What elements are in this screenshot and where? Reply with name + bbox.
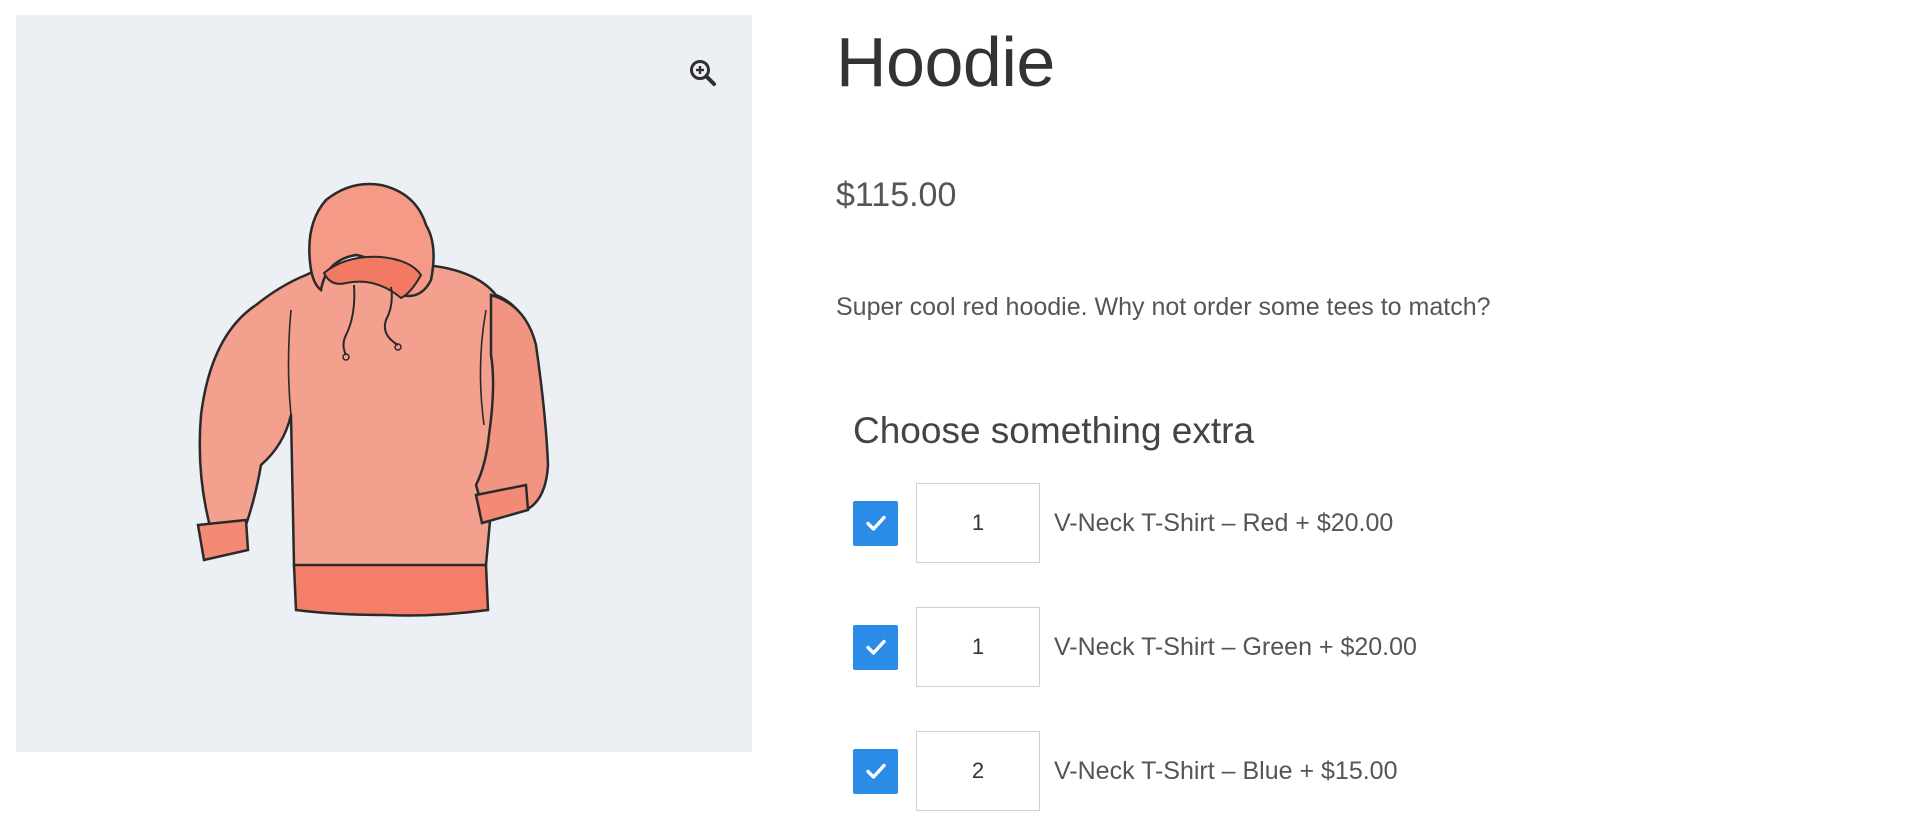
hoodie-image[interactable] bbox=[186, 165, 616, 625]
quantity-input[interactable] bbox=[916, 731, 1040, 811]
check-icon bbox=[865, 515, 886, 531]
extra-checkbox[interactable] bbox=[853, 748, 898, 794]
extra-item-blue: V-Neck T-Shirt – Blue + $15.00 bbox=[853, 731, 1397, 811]
extra-label: V-Neck T-Shirt – Green + $20.00 bbox=[1054, 632, 1417, 661]
check-icon bbox=[865, 639, 886, 655]
zoom-in-icon bbox=[690, 60, 716, 86]
product-page: Hoodie $115.00 Super cool red hoodie. Wh… bbox=[0, 0, 1920, 837]
extras-heading: Choose something extra bbox=[853, 410, 1255, 451]
product-title: Hoodie bbox=[836, 23, 1055, 101]
quantity-input[interactable] bbox=[916, 483, 1040, 563]
product-price: $115.00 bbox=[836, 176, 957, 214]
check-icon bbox=[865, 763, 886, 779]
extra-label: V-Neck T-Shirt – Blue + $15.00 bbox=[1054, 756, 1398, 785]
product-gallery bbox=[16, 15, 752, 752]
quantity-input[interactable] bbox=[916, 607, 1040, 687]
extra-label: V-Neck T-Shirt – Red + $20.00 bbox=[1054, 508, 1394, 537]
extra-checkbox[interactable] bbox=[853, 624, 898, 670]
extra-checkbox[interactable] bbox=[853, 500, 898, 546]
product-description: Super cool red hoodie. Why not order som… bbox=[836, 293, 1491, 321]
zoom-button[interactable] bbox=[683, 53, 723, 93]
extra-item-green: V-Neck T-Shirt – Green + $20.00 bbox=[853, 607, 1417, 687]
extra-item-red: V-Neck T-Shirt – Red + $20.00 bbox=[853, 483, 1393, 563]
